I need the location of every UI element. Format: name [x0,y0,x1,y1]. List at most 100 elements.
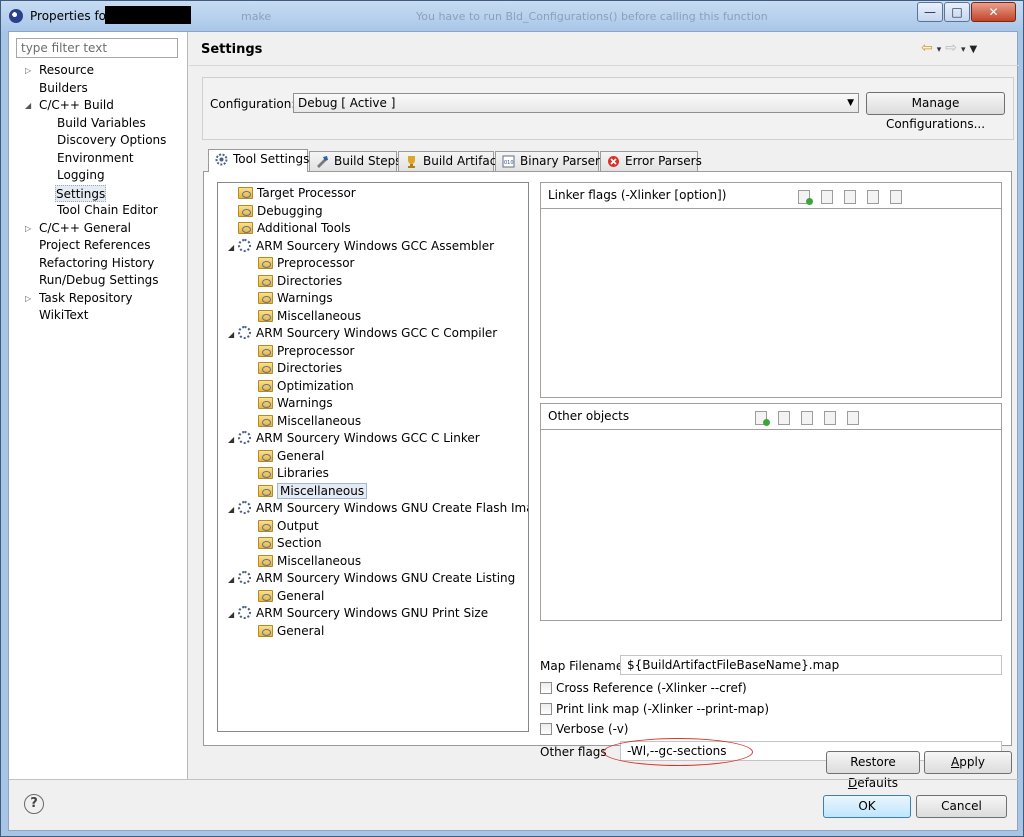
expand-icon[interactable]: ▷ [25,220,31,237]
sidebar-item-tool-chain-editor[interactable]: Tool Chain Editor [57,202,158,219]
verbose-checkbox[interactable]: Verbose (-v) [540,722,628,738]
sidebar-item-run-debug-settings[interactable]: Run/Debug Settings [39,272,159,289]
tool-settings-tree[interactable]: Target Processor Debugging Additional Tool… [217,182,529,732]
tree-item-category[interactable]: Libraries [258,465,329,482]
tree-item-tool[interactable]: ◢ ARM Sourcery Windows GNU Create Listing [228,570,515,587]
tree-item-category[interactable]: Miscellaneous [258,482,368,500]
collapse-icon[interactable]: ◢ [228,501,238,518]
collapse-icon[interactable]: ◢ [228,606,238,623]
close-button[interactable]: ✕ [971,2,1016,22]
move-down-icon[interactable] [890,190,902,204]
checkbox-box[interactable] [540,703,552,715]
title-bar[interactable]: Properties for make You have to run Bld_… [1,1,1023,31]
tree-item-category[interactable]: Additional Tools [238,220,351,237]
tree-item-category[interactable]: Section [258,535,322,552]
print-link-map-checkbox[interactable]: Print link map (-Xlinker --print-map) [540,702,769,718]
tree-item-tool[interactable]: ◢ ARM Sourcery Windows GCC C Compiler [228,325,497,342]
tree-item-category[interactable]: Target Processor [238,185,356,202]
minimize-button[interactable]: — [917,2,943,22]
tab-binary-parsers[interactable]: 010 Binary Parsers [495,151,606,171]
sidebar-item-builders[interactable]: Builders [39,80,88,97]
collapse-icon[interactable]: ◢ [228,326,238,343]
forward-arrow-icon[interactable]: ⇨ [945,40,957,56]
tree-item-category[interactable]: Directories [258,360,342,377]
other-objects-list[interactable]: Other objects [540,403,1002,621]
map-filename-field[interactable]: ${BuildArtifactFileBaseName}.map [620,655,1002,675]
tree-item-category[interactable]: Debugging [238,203,323,220]
tool-settings-panel: Target Processor Debugging Additional Tool… [203,171,1012,766]
move-up-icon[interactable] [824,411,836,425]
sidebar-item-build-variables[interactable]: Build Variables [57,115,146,132]
tree-item-tool[interactable]: ◢ ARM Sourcery Windows GNU Create Flash I… [228,500,528,518]
collapse-icon[interactable]: ◢ [228,571,238,588]
tree-item-category[interactable]: Miscellaneous [258,553,361,570]
option-folder-icon [238,187,253,199]
expand-icon[interactable]: ▷ [25,290,31,307]
sidebar-item-project-references[interactable]: Project References [39,237,151,254]
tree-item-label: ARM Sourcery Windows GCC C Linker [256,431,480,445]
restore-defaults-button[interactable]: Restore Defaults [826,751,920,790]
tab-build-steps[interactable]: Build Steps [309,151,402,171]
cancel-button[interactable]: Cancel [916,795,1007,818]
sidebar-item-environment[interactable]: Environment [57,150,134,167]
tree-item-category[interactable]: Miscellaneous [258,308,361,325]
delete-icon[interactable] [821,190,833,204]
add-icon[interactable] [755,411,770,426]
tree-item-category[interactable]: General [258,448,324,465]
collapse-icon[interactable]: ◢ [228,431,238,448]
ok-button[interactable]: OK [823,795,911,818]
checkbox-box[interactable] [540,682,552,694]
tree-item-category[interactable]: Optimization [258,378,354,395]
tree-item-category[interactable]: Warnings [258,395,333,412]
delete-icon[interactable] [778,411,790,425]
manage-configurations-button[interactable]: Manage Configurations... [866,92,1005,131]
sidebar-item-resource[interactable]: ▷ Resource [25,62,94,79]
tab-tool-settings[interactable]: Tool Settings [208,149,309,172]
tree-item-category[interactable]: Warnings [258,290,333,307]
sidebar-item-settings[interactable]: Settings [55,184,107,202]
tree-item-tool[interactable]: ◢ ARM Sourcery Windows GCC C Linker [228,430,480,447]
edit-icon[interactable] [844,190,856,204]
configuration-select[interactable]: Debug [ Active ] ▼ [293,93,859,113]
apply-button[interactable]: Apply [924,751,1012,774]
maximize-button[interactable]: □ [944,2,970,22]
checkbox-box[interactable] [540,723,552,735]
tree-item-category[interactable]: Directories [258,273,342,290]
tree-item-category[interactable]: Preprocessor [258,343,354,360]
tree-item-category[interactable]: General [258,623,324,640]
sidebar-item-refactoring-history[interactable]: Refactoring History [39,255,154,272]
collapse-icon[interactable]: ◢ [228,239,238,256]
tree-item-category[interactable]: General [258,588,324,605]
tree-item-category[interactable]: Preprocessor [258,255,354,272]
help-icon[interactable]: ? [24,794,44,814]
move-up-icon[interactable] [867,190,879,204]
sidebar-item-discovery-options[interactable]: Discovery Options [57,132,166,149]
sidebar-item-wikitext[interactable]: WikiText [39,307,89,324]
back-menu-icon[interactable]: ▾ [937,45,942,55]
add-icon[interactable] [798,190,813,205]
tab-build-artifact[interactable]: Build Artifact [398,151,501,171]
tab-error-parsers[interactable]: Error Parsers [600,151,702,171]
button-bar-divider [9,779,1019,780]
sidebar-item-logging[interactable]: Logging [57,167,105,184]
option-folder-icon [258,397,273,409]
back-arrow-icon[interactable]: ⇦ [921,40,933,56]
cross-reference-checkbox[interactable]: Cross Reference (-Xlinker --cref) [540,681,747,697]
tree-item-label: General [277,448,325,463]
tree-item-category[interactable]: Output [258,518,319,535]
tree-item-category[interactable]: Miscellaneous [258,413,361,430]
collapse-icon[interactable]: ◢ [25,97,31,114]
sidebar-item-task-repository[interactable]: ▷ Task Repository [25,290,133,307]
tree-item-tool[interactable]: ◢ ARM Sourcery Windows GNU Print Size [228,605,488,622]
sidebar-item-c-c-build[interactable]: ◢ C/C++ Build [25,97,114,114]
expand-icon[interactable]: ▷ [25,62,31,79]
move-down-icon[interactable] [847,411,859,425]
error-parsers-icon [608,156,619,167]
linker-flags-list[interactable]: Linker flags (-Xlinker [option]) [540,182,1002,398]
tree-item-tool[interactable]: ◢ ARM Sourcery Windows GCC Assembler [228,238,494,255]
sidebar-item-c-c-general[interactable]: ▷ C/C++ General [25,220,131,237]
forward-menu-icon[interactable]: ▾ [961,45,966,55]
view-menu-icon[interactable]: ▼ [970,44,978,55]
filter-input[interactable]: type filter text [16,38,178,58]
edit-icon[interactable] [801,411,813,425]
